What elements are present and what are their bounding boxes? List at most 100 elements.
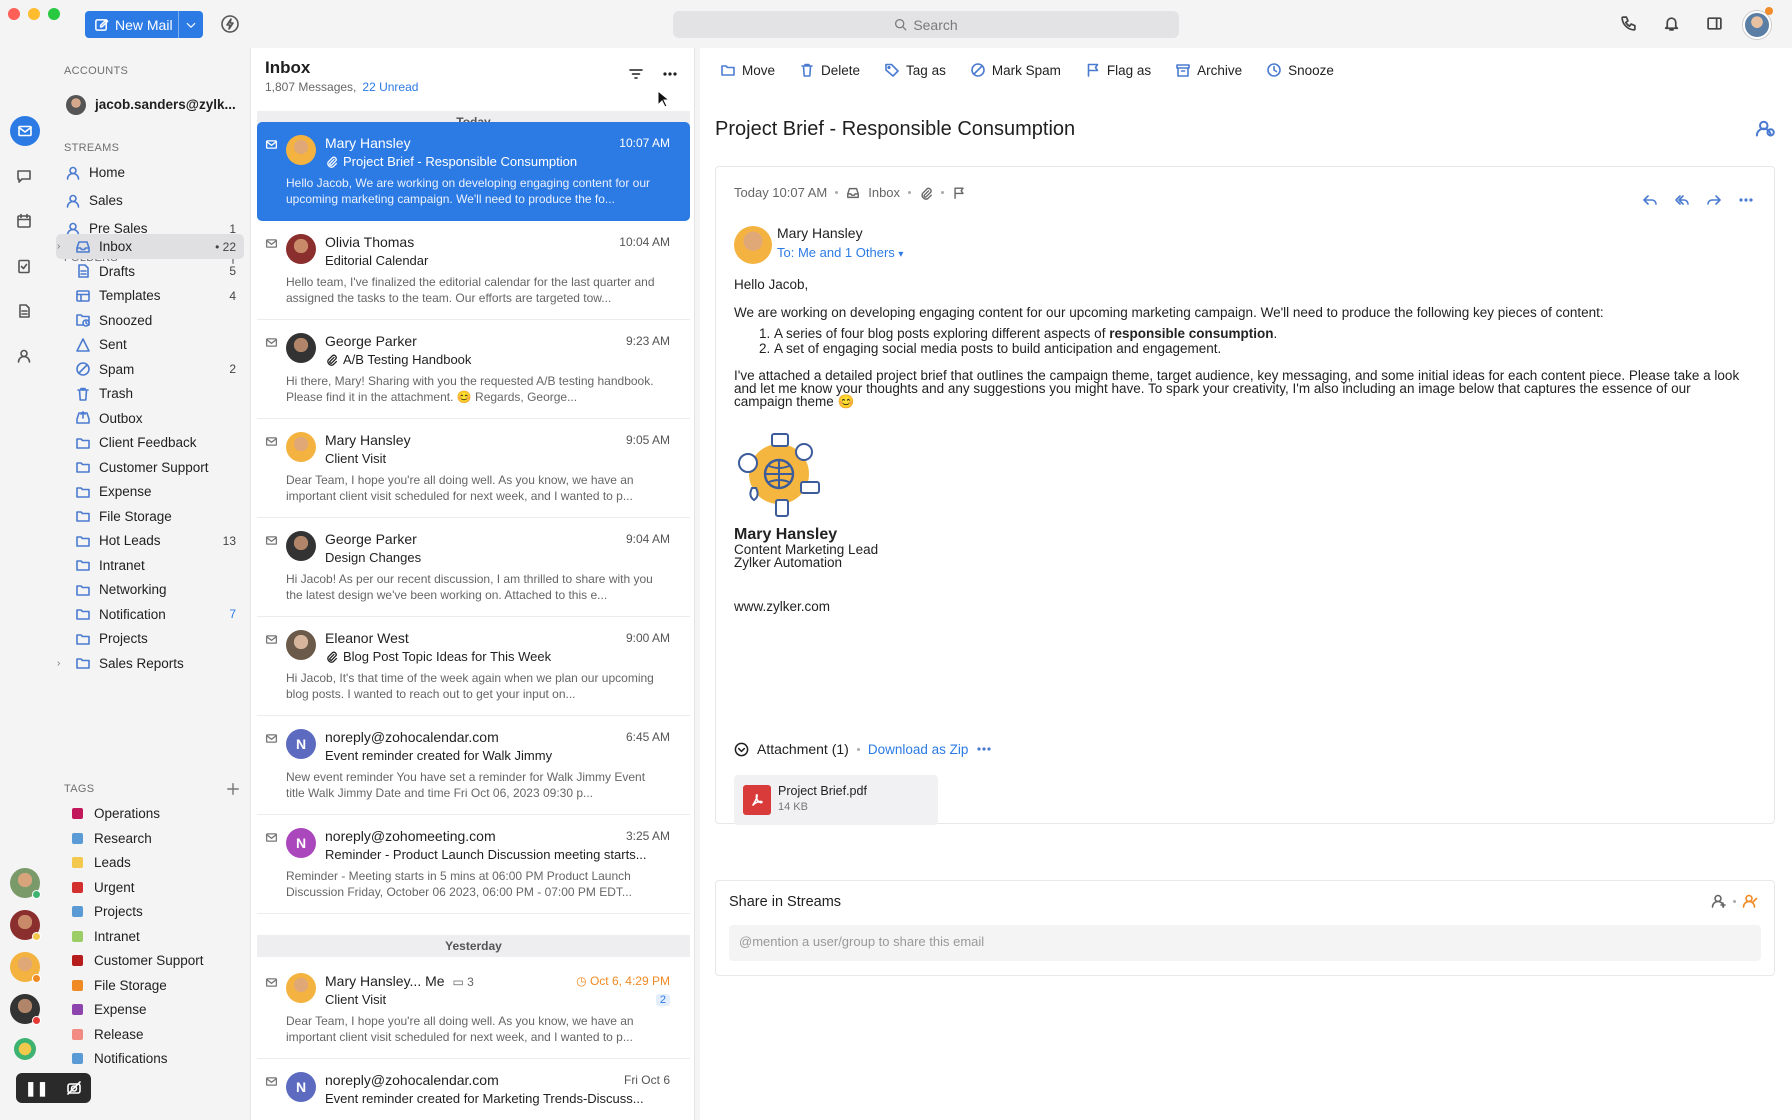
folder-item-client-feedback[interactable]: Client Feedback [56, 430, 244, 455]
tasks-icon[interactable] [16, 258, 32, 274]
account-item[interactable]: jacob.sanders@zylk... [56, 92, 244, 117]
notes-icon[interactable] [16, 303, 32, 319]
bot-avatar[interactable] [14, 1038, 36, 1060]
reply-icon[interactable] [1642, 192, 1658, 208]
signature-website[interactable]: www.zylker.com [734, 599, 1744, 614]
archive-button[interactable]: Archive [1175, 62, 1242, 78]
calendar-icon[interactable] [16, 213, 32, 229]
message-row[interactable]: Eleanor West 9:00 AM Blog Post Topic Ideas… [257, 617, 690, 716]
chat-icon[interactable] [16, 168, 32, 184]
attachment-file[interactable]: Project Brief.pdf 14 KB [734, 775, 938, 825]
message-row[interactable]: Olivia Thomas 10:04 AM Editorial Calendar H… [257, 221, 690, 320]
expand-chevron-icon[interactable]: › [57, 241, 69, 252]
envelope-icon[interactable] [265, 1075, 278, 1088]
share-user-icon[interactable] [1742, 893, 1758, 909]
message-row[interactable]: Mary Hansley... Me ▭ 3 ◷ Oct 6, 4:29 PM 2 C… [257, 960, 690, 1059]
search-bar[interactable]: Search [673, 11, 1179, 38]
flag-icon[interactable] [952, 186, 966, 200]
message-row[interactable]: Nnoreply@zohocalendar.com 6:45 AM Event re… [257, 716, 690, 815]
tag-item-operations[interactable]: Operations [56, 801, 244, 826]
add-tag-icon[interactable] [226, 782, 240, 796]
profile-avatar[interactable] [1743, 11, 1771, 39]
envelope-icon[interactable] [265, 138, 278, 151]
folder-item-notification[interactable]: Notification 7 [56, 602, 244, 627]
filter-icon[interactable] [628, 66, 644, 82]
snooze-button[interactable]: Snooze [1266, 62, 1334, 78]
envelope-icon[interactable] [265, 435, 278, 448]
folder-item-intranet[interactable]: Intranet [56, 553, 244, 578]
message-row[interactable]: Mary Hansley 10:07 AM Project Brief - Resp… [257, 122, 690, 221]
folder-item-networking[interactable]: Networking [56, 577, 244, 602]
envelope-icon[interactable] [265, 976, 278, 989]
envelope-icon[interactable] [265, 237, 278, 250]
flag-as-button[interactable]: Flag as [1085, 62, 1151, 78]
folder-item-templates[interactable]: Templates 4 [56, 283, 244, 308]
close-window-button[interactable] [8, 8, 20, 20]
envelope-icon[interactable] [265, 534, 278, 547]
tag-item-projects[interactable]: Projects [56, 899, 244, 924]
download-zip-link[interactable]: Download as Zip [868, 742, 969, 757]
unread-link[interactable]: 22 Unread [362, 80, 418, 94]
folder-item-drafts[interactable]: Drafts 5 [56, 259, 244, 284]
folder-item-outbox[interactable]: Outbox [56, 406, 244, 431]
tag-item-urgent[interactable]: Urgent [56, 875, 244, 900]
envelope-icon[interactable] [265, 732, 278, 745]
more-options-icon[interactable] [662, 66, 678, 82]
share-group-icon[interactable] [1711, 893, 1727, 909]
folder-item-projects[interactable]: Projects [56, 626, 244, 651]
folder-item-file-storage[interactable]: File Storage [56, 504, 244, 529]
phone-icon[interactable] [1620, 15, 1637, 32]
tag-item-notifications[interactable]: Notifications [56, 1046, 244, 1071]
zoom-window-button[interactable] [48, 8, 60, 20]
more-options-icon[interactable] [976, 741, 992, 757]
forward-icon[interactable] [1706, 192, 1722, 208]
envelope-icon[interactable] [265, 831, 278, 844]
mark-spam-button[interactable]: Mark Spam [970, 62, 1061, 78]
folder-item-hot-leads[interactable]: Hot Leads 13 [56, 528, 244, 553]
folder-item-expense[interactable]: Expense [56, 479, 244, 504]
tag-item-expense[interactable]: Expense [56, 997, 244, 1022]
sender-avatar[interactable] [734, 226, 772, 264]
mail-app-button[interactable] [10, 116, 40, 146]
move-button[interactable]: Move [720, 62, 775, 78]
envelope-icon[interactable] [265, 633, 278, 646]
folder-item-inbox[interactable]: › Inbox • 22 [56, 234, 244, 259]
paperclip-icon[interactable] [919, 186, 933, 200]
share-people-icon[interactable] [1755, 118, 1775, 138]
message-row[interactable]: George Parker 9:04 AM Design Changes Hi Jac… [257, 518, 690, 617]
share-mention-input[interactable]: @mention a user/group to share this emai… [729, 925, 1761, 961]
message-row[interactable]: Nnoreply@zohomeeting.com 3:25 AM Reminder … [257, 815, 690, 914]
new-mail-dropdown[interactable] [179, 19, 203, 31]
email-folder[interactable]: Inbox [868, 185, 900, 200]
message-row[interactable]: George Parker 9:23 AM A/B Testing Handbook… [257, 320, 690, 419]
tag-item-research[interactable]: Research [56, 826, 244, 851]
tag-item-customer-support[interactable]: Customer Support [56, 948, 244, 973]
stream-item-home[interactable]: Home [56, 160, 244, 185]
stream-item-sales[interactable]: Sales [56, 188, 244, 213]
lightning-icon[interactable] [221, 15, 239, 33]
folder-item-sent[interactable]: Sent [56, 332, 244, 357]
folder-item-sales-reports[interactable]: › Sales Reports [56, 651, 244, 676]
delete-button[interactable]: Delete [799, 62, 860, 78]
expand-chevron-icon[interactable]: › [57, 658, 69, 669]
new-mail-main[interactable]: New Mail [85, 11, 179, 38]
collapse-icon[interactable] [734, 742, 749, 757]
folder-item-customer-support[interactable]: Customer Support [56, 455, 244, 480]
new-mail-button[interactable]: New Mail [85, 11, 203, 38]
panel-toggle-icon[interactable] [1706, 15, 1723, 32]
folder-item-spam[interactable]: Spam 2 [56, 357, 244, 382]
message-row[interactable]: Mary Hansley 9:05 AM Client Visit Dear Team… [257, 419, 690, 518]
tag-item-intranet[interactable]: Intranet [56, 924, 244, 949]
minimize-window-button[interactable] [28, 8, 40, 20]
bell-icon[interactable] [1663, 15, 1680, 32]
tag-item-file-storage[interactable]: File Storage [56, 973, 244, 998]
tag-item-leads[interactable]: Leads [56, 850, 244, 875]
recipients-toggle[interactable]: To: Me and 1 Others ▾ [777, 245, 903, 260]
reply-all-icon[interactable] [1674, 192, 1690, 208]
pause-icon[interactable]: ❚❚ [25, 1080, 48, 1097]
folder-item-snoozed[interactable]: Snoozed [56, 308, 244, 333]
more-options-icon[interactable] [1738, 192, 1754, 208]
tag-as-button[interactable]: Tag as [884, 62, 946, 78]
tag-item-release[interactable]: Release [56, 1022, 244, 1047]
folder-item-trash[interactable]: Trash [56, 381, 244, 406]
